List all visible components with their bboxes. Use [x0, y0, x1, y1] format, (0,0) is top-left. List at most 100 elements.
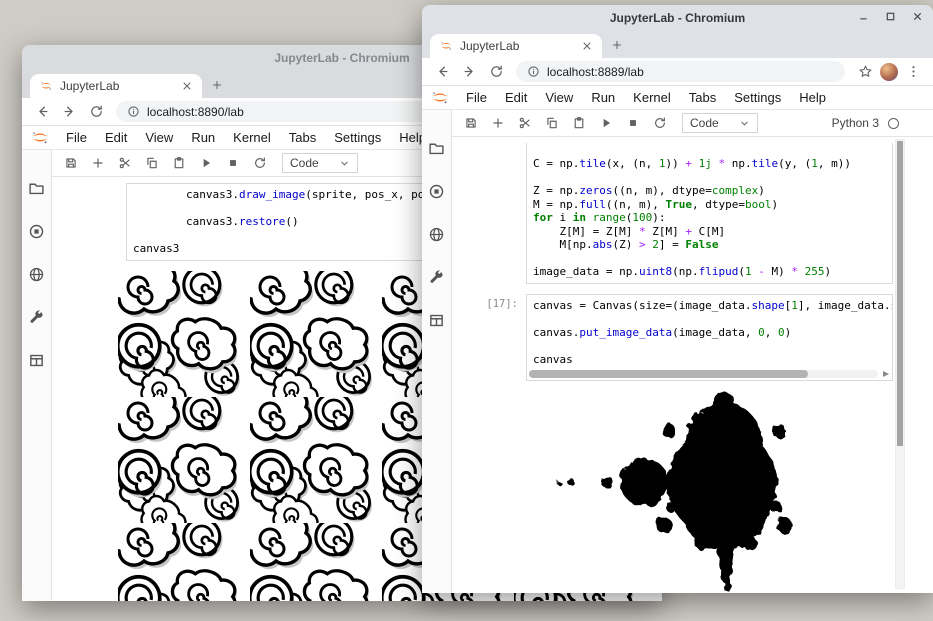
- tab-title: JupyterLab: [60, 79, 174, 93]
- tab-title: JupyterLab: [460, 39, 574, 53]
- menu-file[interactable]: File: [457, 90, 496, 105]
- scrollbar-thumb[interactable]: [529, 370, 808, 378]
- info-icon: [527, 65, 540, 78]
- notebook-toolbar: Code Python 3: [452, 110, 933, 137]
- cell-type-value: Code: [290, 156, 319, 170]
- vertical-scrollbar[interactable]: [895, 139, 905, 589]
- output-image-mandelbrot: [526, 391, 926, 593]
- cell-type-dropdown[interactable]: Code: [282, 153, 358, 173]
- url-text: localhost:8890/lab: [147, 105, 244, 119]
- jupyter-favicon-icon: [439, 39, 453, 53]
- cell-prompt: [17]:: [462, 294, 526, 382]
- cell-type-value: Code: [690, 116, 719, 130]
- tab-close-icon[interactable]: [181, 80, 193, 92]
- cell-prompt: [462, 143, 526, 284]
- minimize-button[interactable]: [858, 9, 869, 27]
- tools-icon[interactable]: [28, 309, 45, 326]
- restart-icon[interactable]: [251, 154, 269, 172]
- run-icon[interactable]: [197, 154, 215, 172]
- code-cell: [17]: canvas = Canvas(size=(image_data.s…: [462, 294, 893, 382]
- tabs-panel-icon[interactable]: [428, 312, 445, 329]
- profile-avatar[interactable]: [880, 63, 898, 81]
- restart-icon[interactable]: [651, 114, 669, 132]
- back-button[interactable]: [30, 100, 54, 124]
- save-icon[interactable]: [462, 114, 480, 132]
- left-sidebar: [22, 150, 52, 601]
- menu-edit[interactable]: Edit: [496, 90, 536, 105]
- cell-type-dropdown[interactable]: Code: [682, 113, 758, 133]
- menu-tabs[interactable]: Tabs: [280, 130, 325, 145]
- new-tab-button[interactable]: [204, 73, 230, 97]
- kebab-menu-icon[interactable]: [901, 60, 925, 84]
- forward-button[interactable]: [57, 100, 81, 124]
- bookmark-star-icon[interactable]: [853, 60, 877, 84]
- scrollbar-thumb[interactable]: [897, 141, 903, 446]
- file-browser-icon[interactable]: [428, 140, 445, 157]
- cut-icon[interactable]: [116, 154, 134, 172]
- tab-strip: JupyterLab: [422, 31, 933, 58]
- new-tab-button[interactable]: [604, 33, 630, 57]
- url-bar[interactable]: localhost:8889/lab: [516, 61, 845, 82]
- file-browser-icon[interactable]: [28, 180, 45, 197]
- code-editor[interactable]: canvas = Canvas(size=(image_data.shape[1…: [526, 294, 893, 382]
- chevron-down-icon: [739, 118, 750, 129]
- stop-icon[interactable]: [624, 114, 642, 132]
- close-button[interactable]: [912, 9, 923, 27]
- paste-icon[interactable]: [570, 114, 588, 132]
- add-cell-icon[interactable]: [89, 154, 107, 172]
- kernel-name[interactable]: Python 3: [832, 116, 879, 130]
- jupyter-logo-icon: [429, 90, 451, 105]
- scroll-right-arrow-icon[interactable]: [883, 371, 889, 377]
- horizontal-scrollbar[interactable]: [529, 370, 878, 378]
- chevron-down-icon: [339, 158, 350, 169]
- menu-kernel[interactable]: Kernel: [224, 130, 280, 145]
- stop-icon[interactable]: [224, 154, 242, 172]
- menu-tabs[interactable]: Tabs: [680, 90, 725, 105]
- menu-settings[interactable]: Settings: [725, 90, 790, 105]
- globe-icon[interactable]: [428, 226, 445, 243]
- globe-icon[interactable]: [28, 266, 45, 283]
- cut-icon[interactable]: [516, 114, 534, 132]
- kernel-status-icon: [888, 118, 899, 129]
- menu-view[interactable]: View: [136, 130, 182, 145]
- tab-close-icon[interactable]: [581, 40, 593, 52]
- forward-button[interactable]: [457, 60, 481, 84]
- url-text: localhost:8889/lab: [547, 65, 644, 79]
- menu-file[interactable]: File: [57, 130, 96, 145]
- cell-prompt: [62, 183, 126, 261]
- jupyter-logo-icon: [29, 130, 51, 145]
- copy-icon[interactable]: [143, 154, 161, 172]
- code-editor[interactable]: C = np.tile(x, (n, 1)) + 1j * np.tile(y,…: [526, 143, 893, 284]
- back-button[interactable]: [430, 60, 454, 84]
- menu-settings[interactable]: Settings: [325, 130, 390, 145]
- browser-tab[interactable]: JupyterLab: [30, 74, 202, 98]
- save-icon[interactable]: [62, 154, 80, 172]
- running-kernels-icon[interactable]: [28, 223, 45, 240]
- browser-navbar: localhost:8889/lab: [422, 58, 933, 86]
- copy-icon[interactable]: [543, 114, 561, 132]
- window-titlebar[interactable]: JupyterLab - Chromium: [422, 5, 933, 31]
- menu-run[interactable]: Run: [582, 90, 624, 105]
- tabs-panel-icon[interactable]: [28, 352, 45, 369]
- info-icon: [127, 105, 140, 118]
- menu-run[interactable]: Run: [182, 130, 224, 145]
- left-sidebar: [422, 110, 452, 593]
- tools-icon[interactable]: [428, 269, 445, 286]
- reload-button[interactable]: [84, 100, 108, 124]
- notebook-area: C = np.tile(x, (n, 1)) + 1j * np.tile(y,…: [452, 137, 933, 593]
- menu-help[interactable]: Help: [790, 90, 835, 105]
- browser-tab[interactable]: JupyterLab: [430, 34, 602, 58]
- window-title: JupyterLab - Chromium: [610, 11, 745, 25]
- paste-icon[interactable]: [170, 154, 188, 172]
- menu-edit[interactable]: Edit: [96, 130, 136, 145]
- front-browser-window: JupyterLab - Chromium JupyterLab localho…: [422, 5, 933, 593]
- running-kernels-icon[interactable]: [428, 183, 445, 200]
- menu-view[interactable]: View: [536, 90, 582, 105]
- maximize-button[interactable]: [885, 9, 896, 27]
- code-cell: C = np.tile(x, (n, 1)) + 1j * np.tile(y,…: [462, 143, 893, 284]
- reload-button[interactable]: [484, 60, 508, 84]
- add-cell-icon[interactable]: [489, 114, 507, 132]
- menu-kernel[interactable]: Kernel: [624, 90, 680, 105]
- jupyter-favicon-icon: [39, 79, 53, 93]
- run-icon[interactable]: [597, 114, 615, 132]
